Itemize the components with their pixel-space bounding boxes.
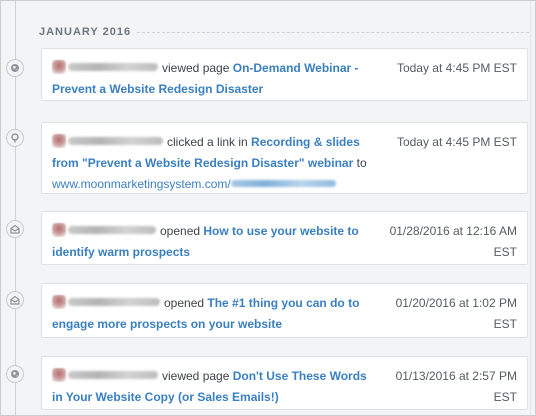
activity-card: viewed page On-Demand Webinar - Prevent … <box>41 48 528 101</box>
activity-time: Today at 4:45 PM EST <box>396 135 517 149</box>
contact-name[interactable] <box>68 137 163 145</box>
activity-text: viewed page On-Demand Webinar - Prevent … <box>52 58 372 100</box>
activity-connector: to <box>356 156 367 170</box>
activity-verb: opened <box>164 296 205 310</box>
globe-icon <box>6 365 24 383</box>
activity-time: 01/13/2016 at 2:57 PM EST <box>395 369 517 404</box>
activity-text: opened How to use your website to identi… <box>52 221 372 263</box>
activity-timeline: JANUARY 2016 viewed page On-Demand Webin… <box>0 0 536 416</box>
activity-card: clicked a link in Recording & slides fro… <box>41 122 528 194</box>
activity-time: Today at 4:45 PM EST <box>396 61 517 75</box>
month-label: JANUARY 2016 <box>39 26 132 38</box>
redacted-url <box>230 180 336 187</box>
activity-verb: viewed page <box>162 61 230 75</box>
contact-name[interactable] <box>68 298 160 306</box>
avatar <box>52 223 66 237</box>
activity-text: clicked a link in Recording & slides fro… <box>52 132 372 195</box>
activity-verb: opened <box>160 224 201 238</box>
contact-name[interactable] <box>68 371 158 379</box>
contact-name[interactable] <box>68 226 156 234</box>
clicked-url[interactable]: www.moonmarketingsystem.com/ <box>52 177 231 191</box>
globe-icon <box>6 59 24 77</box>
avatar <box>52 134 66 148</box>
email-open-icon <box>6 291 24 309</box>
activity-verb: clicked a link in <box>167 135 248 149</box>
activity-card: opened The #1 thing you can do to engage… <box>41 283 528 338</box>
activity-card: opened How to use your website to identi… <box>41 211 528 265</box>
month-header: JANUARY 2016 <box>39 23 529 41</box>
scroll-edge <box>530 1 531 415</box>
email-open-icon <box>6 220 24 238</box>
activity-text: viewed page Don't Use These Words in You… <box>52 366 372 408</box>
avatar <box>52 368 66 382</box>
avatar <box>52 60 66 74</box>
avatar <box>52 295 66 309</box>
activity-card: viewed page Don't Use These Words in You… <box>41 356 528 410</box>
activity-time: 01/28/2016 at 12:16 AM EST <box>389 224 517 259</box>
contact-name[interactable] <box>68 63 158 71</box>
activity-verb: viewed page <box>162 369 230 383</box>
activity-time: 01/20/2016 at 1:02 PM EST <box>395 296 517 331</box>
activity-text: opened The #1 thing you can do to engage… <box>52 293 372 335</box>
month-divider <box>137 31 529 33</box>
link-click-icon <box>6 129 24 147</box>
